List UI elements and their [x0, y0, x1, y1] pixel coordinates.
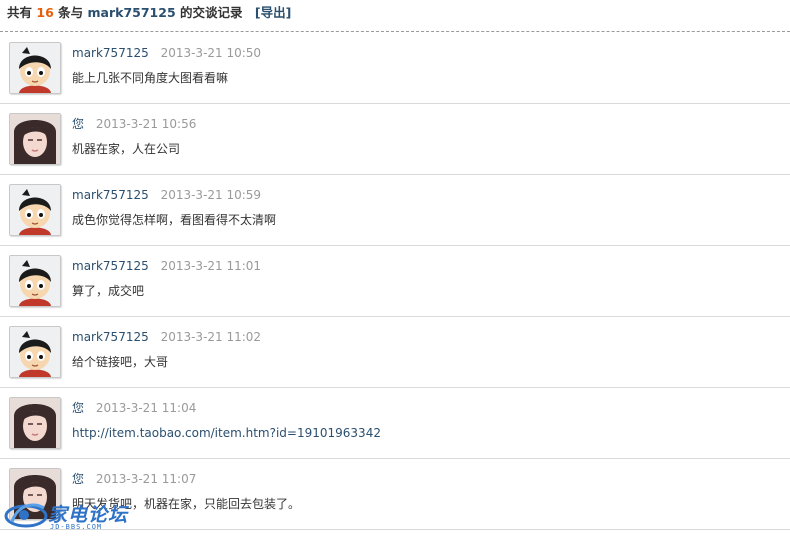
- message-meta: mark757125 2013-3-21 11:01: [72, 259, 261, 273]
- girl-avatar-icon[interactable]: [9, 397, 61, 449]
- message-time: 2013-3-21 10:56: [95, 117, 197, 131]
- message-row: 您 2013-3-21 11:04 http://item.taobao.com…: [0, 388, 790, 459]
- message-time: 2013-3-21 11:07: [95, 472, 197, 486]
- message-text: 成色你觉得怎样啊，看图看得不太清啊: [72, 213, 277, 227]
- conversation-header: 共有 16 条与 mark757125 的交谈记录 [导出]: [7, 4, 291, 26]
- header-suffix: 的交谈记录: [180, 5, 243, 20]
- watermark-subtitle: JD-BBS.COM: [50, 523, 103, 531]
- sender-name[interactable]: mark757125: [72, 46, 149, 60]
- message-meta: mark757125 2013-3-21 10:59: [72, 188, 261, 202]
- message-time: 2013-3-21 11:02: [160, 330, 262, 344]
- cartoon-avatar-icon[interactable]: [9, 326, 61, 378]
- message-count: 16: [36, 5, 54, 20]
- item-link[interactable]: http://item.taobao.com/item.htm?id=19101…: [72, 425, 381, 441]
- message-row: mark757125 2013-3-21 10:50 能上几张不同角度大图看看嘛: [0, 33, 790, 104]
- girl-avatar-icon[interactable]: [9, 113, 61, 165]
- cartoon-avatar-icon[interactable]: [9, 255, 61, 307]
- sender-name[interactable]: mark757125: [72, 188, 149, 202]
- message-text: 算了，成交吧: [72, 284, 145, 298]
- export-link[interactable]: [导出]: [255, 5, 291, 20]
- watermark-logo-icon: [4, 503, 48, 528]
- message-text: 给个链接吧，大哥: [72, 355, 169, 369]
- sender-name[interactable]: mark757125: [72, 259, 149, 273]
- message-text: 机器在家，人在公司: [72, 142, 181, 156]
- sender-name: 您: [72, 472, 85, 486]
- message-text: 能上几张不同角度大图看看嘛: [72, 71, 229, 85]
- header-middle: 条与: [58, 5, 84, 20]
- message-time: 2013-3-21 11:04: [95, 401, 197, 415]
- cartoon-avatar-icon[interactable]: [9, 42, 61, 94]
- message-meta: 您 2013-3-21 11:07: [72, 472, 196, 486]
- header-prefix: 共有: [7, 5, 33, 20]
- cartoon-avatar-icon[interactable]: [9, 184, 61, 236]
- message-time: 2013-3-21 10:59: [160, 188, 262, 202]
- header-username[interactable]: mark757125: [88, 5, 176, 20]
- message-row: mark757125 2013-3-21 10:59 成色你觉得怎样啊，看图看得…: [0, 175, 790, 246]
- message-meta: 您 2013-3-21 10:56: [72, 117, 196, 131]
- message-meta: mark757125 2013-3-21 10:50: [72, 46, 261, 60]
- message-row: mark757125 2013-3-21 11:01 算了，成交吧: [0, 246, 790, 317]
- header-divider: [0, 31, 790, 32]
- forum-watermark: 家电论坛 JD-BBS.COM: [4, 498, 134, 534]
- sender-name: 您: [72, 401, 85, 415]
- sender-name: 您: [72, 117, 85, 131]
- sender-name[interactable]: mark757125: [72, 330, 149, 344]
- message-time: 2013-3-21 10:50: [160, 46, 262, 60]
- message-list: mark757125 2013-3-21 10:50 能上几张不同角度大图看看嘛…: [0, 33, 790, 530]
- message-time: 2013-3-21 11:01: [160, 259, 262, 273]
- message-row: 您 2013-3-21 10:56 机器在家，人在公司: [0, 104, 790, 175]
- message-row: mark757125 2013-3-21 11:02 给个链接吧，大哥: [0, 317, 790, 388]
- message-meta: mark757125 2013-3-21 11:02: [72, 330, 261, 344]
- message-meta: 您 2013-3-21 11:04: [72, 401, 196, 415]
